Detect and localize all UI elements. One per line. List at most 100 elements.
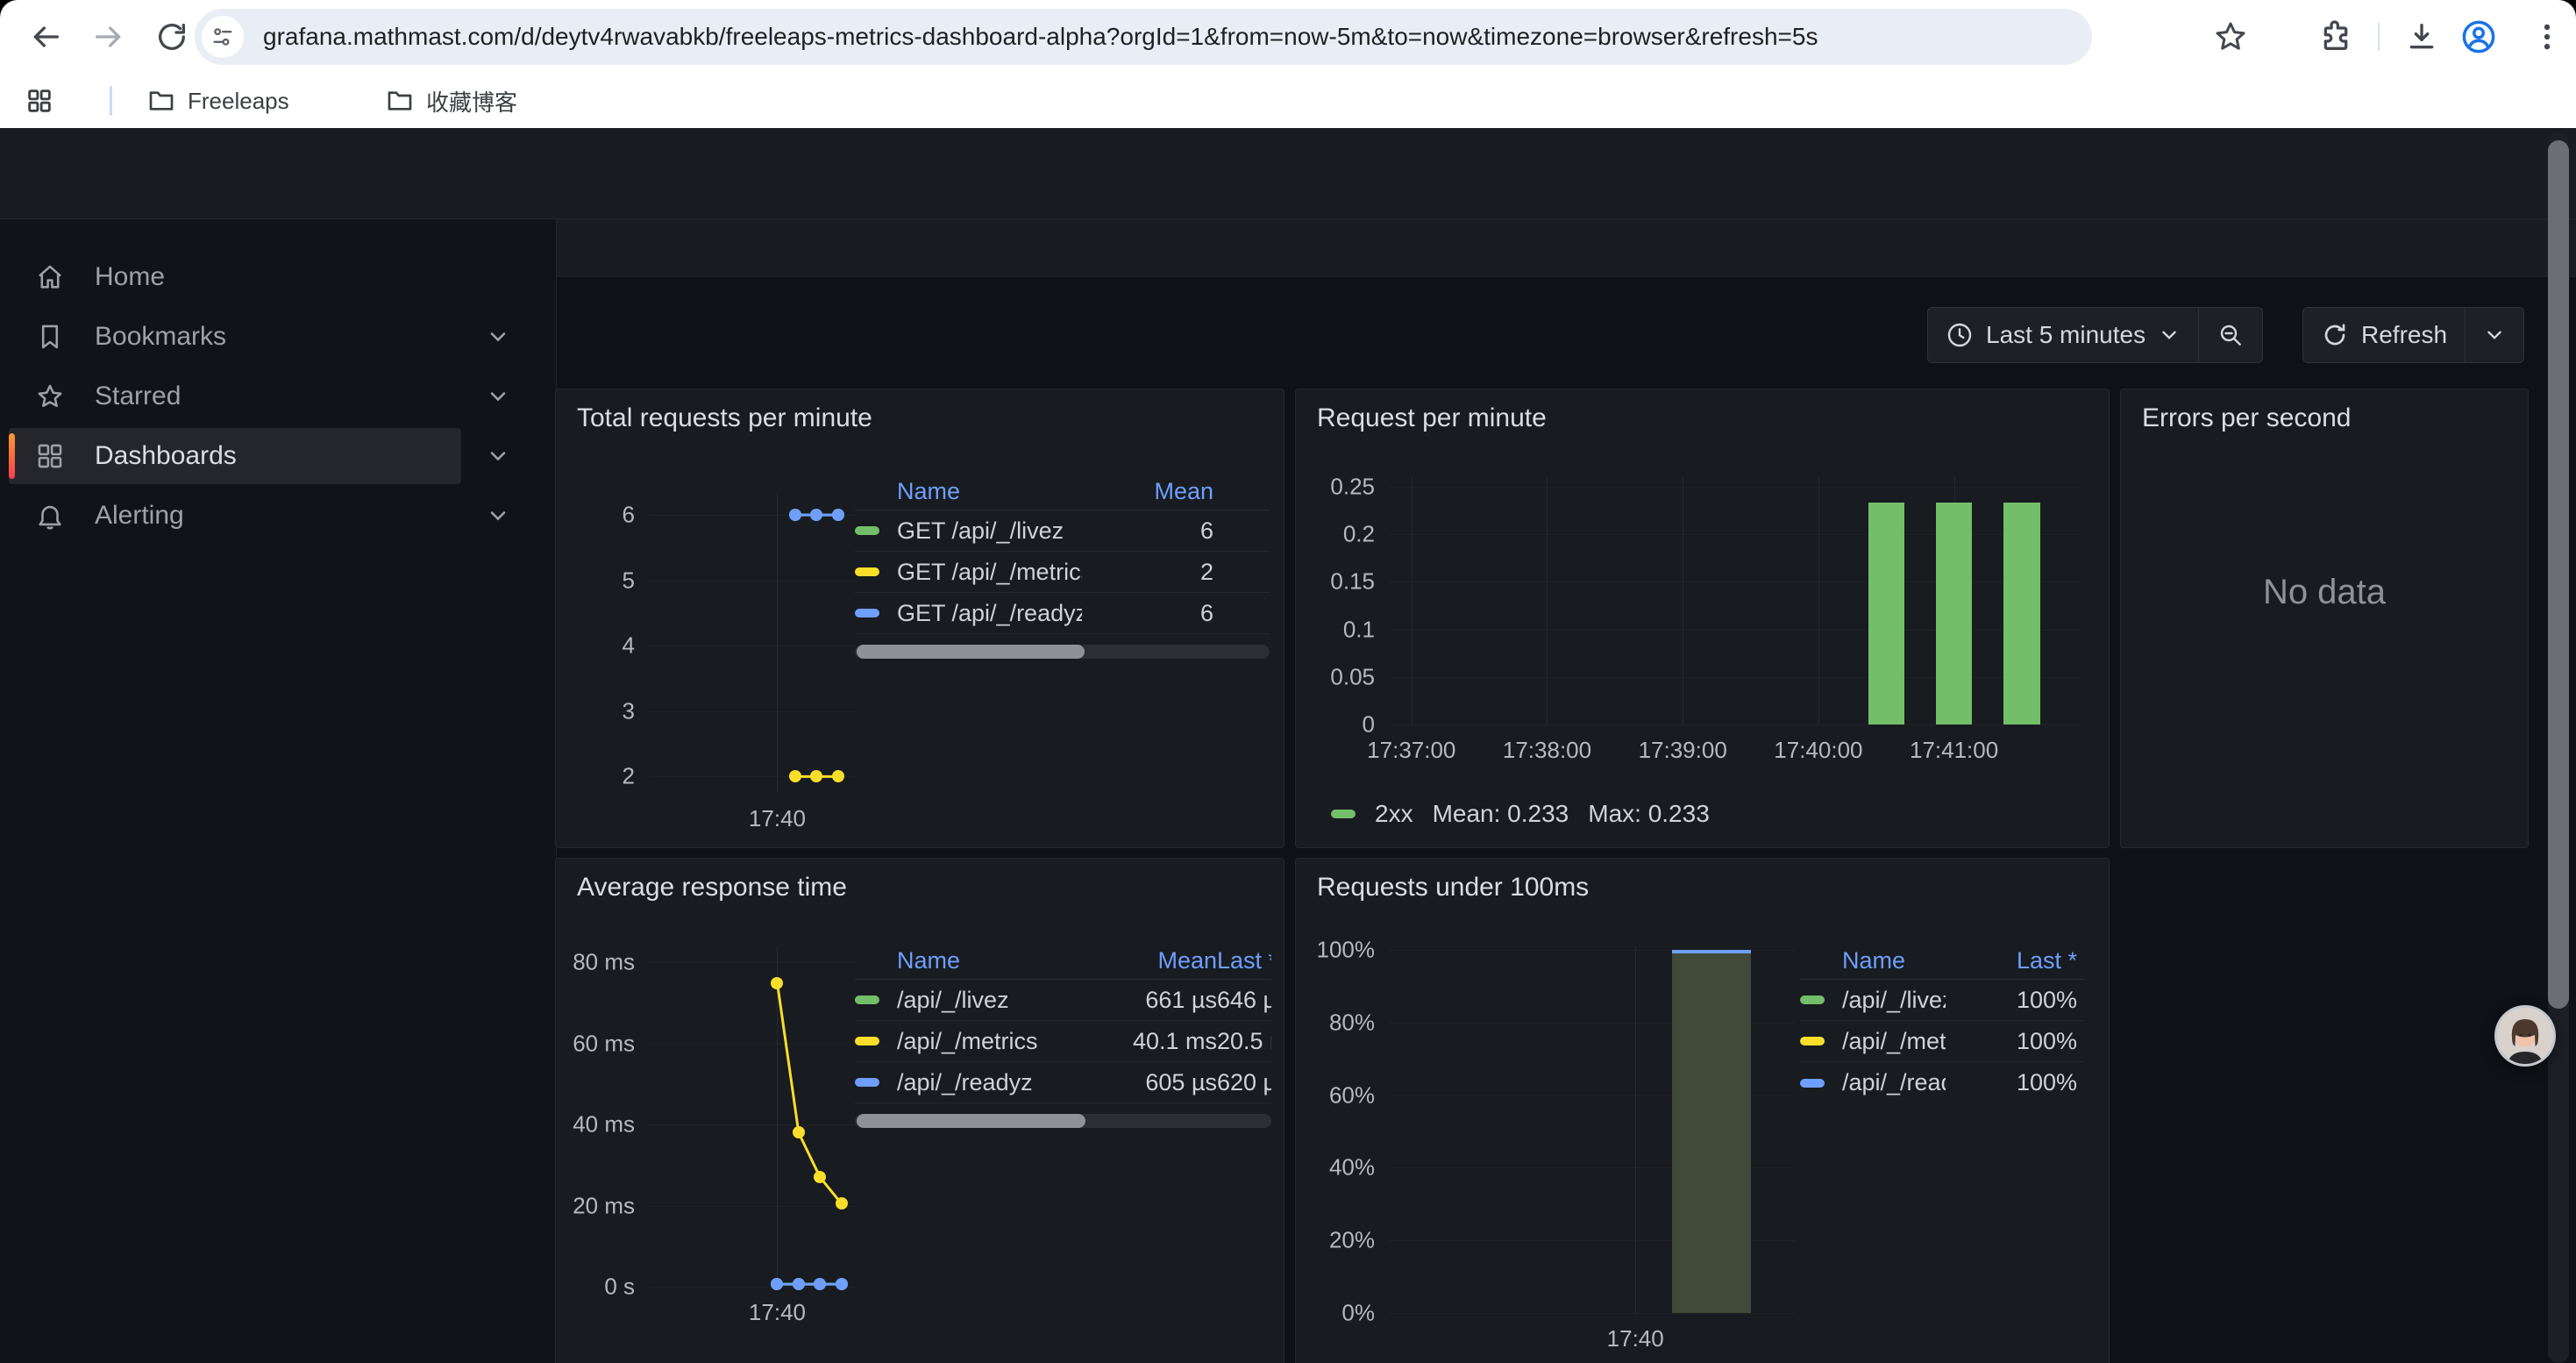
requests-under-100ms-chart[interactable]: 100%80%60%40%20%0%17:40	[1312, 946, 1803, 1313]
legend-header: NameLast *	[1800, 943, 2084, 980]
expand-chevron-icon[interactable]	[486, 503, 510, 528]
apps-grid-icon[interactable]	[25, 86, 54, 116]
data-point[interactable]	[771, 1278, 783, 1290]
refresh-interval-button[interactable]	[2465, 308, 2523, 362]
panel-title[interactable]: Errors per second	[2142, 403, 2351, 433]
legend-row: GET /api/_/livez6	[855, 510, 1270, 552]
sidebar-row-starred: Starred	[0, 367, 556, 426]
y-axis-label: 4	[623, 632, 635, 660]
series-swatch	[855, 1078, 879, 1087]
swatch-spacer	[855, 957, 879, 966]
panel-title[interactable]: Requests under 100ms	[1317, 873, 1589, 903]
legend-col-name[interactable]: Name	[1842, 947, 1946, 974]
refresh-button[interactable]: Refresh	[2303, 308, 2465, 362]
forward-icon[interactable]	[91, 19, 126, 54]
sidebar-item-alerting[interactable]: Alerting	[9, 488, 461, 544]
legend-col-name[interactable]: Name	[897, 947, 1068, 974]
data-point[interactable]	[810, 770, 822, 782]
y-axis-label: 40%	[1329, 1154, 1375, 1181]
y-axis-label: 60 ms	[573, 1030, 635, 1057]
sidebar-item-bookmarks[interactable]: Bookmarks	[9, 309, 461, 365]
series-name[interactable]: GET /api/_/readyz	[897, 600, 1082, 627]
data-point[interactable]	[810, 509, 822, 521]
panel-total-requests-per-minute: Total requests per minute 6543217:40 Nam…	[555, 389, 1284, 848]
legend-row: /api/_/metrics40.1 ms20.5 ms	[855, 1021, 1271, 1062]
legend-col-header[interactable]: Mean	[1082, 478, 1213, 505]
x-axis-label: 17:40	[749, 1299, 806, 1326]
legend-scrollbar-track[interactable]	[855, 1114, 1271, 1128]
zoom-out-button[interactable]	[2198, 308, 2262, 362]
site-settings-icon[interactable]	[202, 16, 244, 58]
series-name[interactable]: /api/_/metrics	[897, 1028, 1068, 1055]
time-range-picker[interactable]: Last 5 minutes	[1928, 308, 2198, 362]
bookmark-folder-blogs[interactable]: 收藏博客	[386, 84, 517, 118]
y-axis-label: 40 ms	[573, 1111, 635, 1138]
data-point[interactable]	[771, 977, 783, 989]
bookmark-star-icon[interactable]	[2213, 18, 2248, 56]
legend-col-name[interactable]: Name	[897, 478, 1082, 505]
total-requests-chart[interactable]: 6543217:40	[572, 492, 863, 793]
data-point[interactable]	[836, 1278, 848, 1290]
legend-col-header[interactable]: Mean	[1068, 947, 1217, 974]
expand-chevron-icon[interactable]	[486, 384, 510, 409]
data-point[interactable]	[814, 1171, 826, 1183]
series-name[interactable]: /api/_/livez	[1842, 987, 1946, 1014]
profile-avatar-icon[interactable]	[2460, 18, 2497, 56]
series-name[interactable]: /api/_/readyz	[897, 1069, 1068, 1096]
y-axis-label: 0	[1363, 711, 1375, 739]
x-axis-label: 17:37:00	[1367, 737, 1455, 764]
bar[interactable]	[1868, 503, 1904, 724]
legend-col-header[interactable]: Last *	[1946, 947, 2077, 974]
expand-chevron-icon[interactable]	[486, 325, 510, 349]
series-name[interactable]: GET /api/_/metrics	[897, 559, 1082, 586]
bar[interactable]	[2003, 503, 2039, 724]
series-value: 20.5 ms	[1217, 1028, 1271, 1055]
data-point[interactable]	[789, 770, 801, 782]
series-name[interactable]: /api/_/livez	[897, 987, 1068, 1014]
menu-dots-icon[interactable]	[2530, 18, 2564, 56]
series-name[interactable]: GET /api/_/livez	[897, 517, 1082, 545]
series-value: 100%	[1946, 1028, 2077, 1055]
legend-scrollbar-track[interactable]	[855, 645, 1270, 659]
data-point[interactable]	[793, 1278, 805, 1290]
panel-title[interactable]: Request per minute	[1317, 403, 1547, 433]
assistant-avatar[interactable]	[2494, 1005, 2556, 1067]
panel-title[interactable]: Total requests per minute	[577, 403, 872, 433]
sidebar-item-label: Dashboards	[95, 441, 237, 471]
series-name[interactable]: /api/_/readyz	[1842, 1069, 1946, 1096]
sidebar-item-home[interactable]: Home	[9, 249, 461, 305]
data-point[interactable]	[814, 1278, 826, 1290]
avg-response-time-chart[interactable]: 80 ms60 ms40 ms20 ms0 s17:40	[572, 946, 863, 1287]
page-scrollbar-thumb[interactable]	[2548, 140, 2569, 1009]
series-name[interactable]: /api/_/metrics	[1842, 1028, 1946, 1055]
gridline	[1389, 487, 2081, 488]
data-point[interactable]	[789, 509, 801, 521]
download-icon[interactable]	[2404, 18, 2439, 56]
url-bar[interactable]: grafana.mathmast.com/d/deytv4rwavabkb/fr…	[195, 9, 2092, 65]
bar[interactable]	[1936, 503, 1972, 724]
url-text[interactable]: grafana.mathmast.com/d/deytv4rwavabkb/fr…	[263, 23, 1818, 51]
sidebar-item-dashboards[interactable]: Dashboards	[9, 428, 461, 484]
panel-title[interactable]: Average response time	[577, 873, 847, 903]
request-per-minute-chart[interactable]: 0.250.20.150.10.05017:37:0017:38:0017:39…	[1312, 477, 2088, 724]
reload-icon[interactable]	[154, 19, 189, 54]
legend-row: /api/_/metrics100%	[1800, 1021, 2084, 1062]
bookmark-label: Freeleaps	[188, 88, 289, 115]
data-point[interactable]	[793, 1126, 805, 1138]
refresh-icon	[2321, 321, 2349, 349]
legend-2xx[interactable]: 2xx Mean: 0.233 Max: 0.233	[1331, 800, 1710, 828]
refresh-controls: Refresh	[2302, 307, 2524, 363]
legend-scrollbar-thumb[interactable]	[857, 645, 1085, 659]
legend-scrollbar-thumb[interactable]	[857, 1114, 1085, 1128]
bookmark-folder-freeleaps[interactable]: Freeleaps	[147, 84, 289, 118]
area-band[interactable]	[1672, 950, 1751, 1313]
extensions-icon[interactable]	[2318, 18, 2353, 56]
legend-col-header[interactable]: Last *	[1217, 947, 1271, 974]
expand-chevron-icon[interactable]	[486, 444, 510, 468]
y-axis-label: 100%	[1317, 937, 1376, 964]
data-point[interactable]	[836, 1197, 848, 1210]
sidebar-item-starred[interactable]: Starred	[9, 368, 461, 425]
back-icon[interactable]	[28, 19, 63, 54]
data-point[interactable]	[832, 509, 844, 521]
data-point[interactable]	[832, 770, 844, 782]
